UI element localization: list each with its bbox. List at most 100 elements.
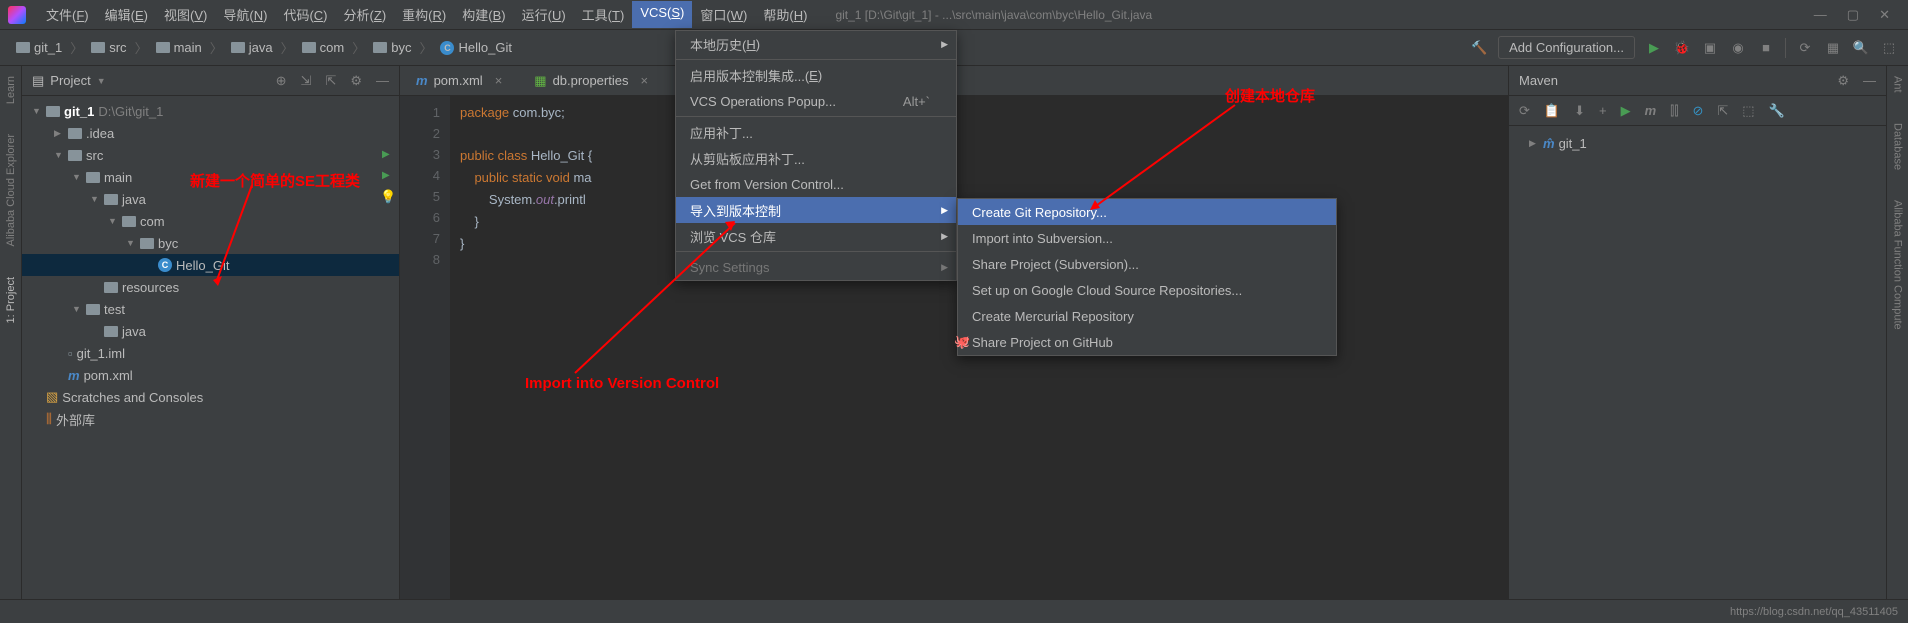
coverage-icon[interactable]: ▣ [1701,39,1719,57]
tree-row[interactable]: mpom.xml [22,364,399,386]
minimize-icon[interactable]: — [1814,7,1827,23]
add-configuration-button[interactable]: Add Configuration... [1498,36,1635,59]
locate-icon[interactable]: ⊕ [276,73,287,89]
project-panel-title[interactable]: ▤ Project ▼ [32,73,276,89]
vcs-dropdown[interactable]: 本地历史(H)▶ 启用版本控制集成...(E)VCS Operations Pop… [675,30,957,281]
tree-row[interactable]: ▼com [22,210,399,232]
dropdown-item[interactable]: 启用版本控制集成...(E) [676,62,956,88]
maven-tree[interactable]: ▶ m̂ git_1 [1509,126,1886,160]
tree-row[interactable]: ▼main [22,166,399,188]
dropdown-item[interactable]: Share Project (Subversion)... [958,251,1336,277]
tree-row[interactable]: ▼src [22,144,399,166]
tree-row[interactable]: ▼byc [22,232,399,254]
expand-icon[interactable]: ⇲ [301,73,312,89]
breadcrumb-item[interactable]: CHello_Git [434,38,517,57]
tree-row[interactable]: ▶.idea [22,122,399,144]
grid-icon[interactable]: ▦ [1824,39,1842,57]
menu-item[interactable]: 导航(N) [215,1,275,28]
reload-icon[interactable]: ⟳ [1519,103,1530,119]
menu-item[interactable]: 窗口(W) [692,1,755,28]
wrench-icon[interactable]: 🔧 [1769,103,1785,119]
right-tab-database[interactable]: Database [1892,123,1904,170]
run-icon[interactable]: ▶ [1621,103,1631,119]
tree-row[interactable]: resources [22,276,399,298]
dropdown-item[interactable]: Get from Version Control... [676,171,956,197]
menu-item[interactable]: 运行(U) [514,1,574,28]
settings-icon[interactable]: ⬚ [1880,39,1898,57]
breadcrumb-item[interactable]: src [85,38,132,57]
dropdown-item[interactable]: 应用补丁... [676,119,956,145]
app-logo [8,6,26,24]
add-icon[interactable]: + [1599,103,1607,118]
menu-item[interactable]: 构建(B) [454,1,513,28]
hide-icon[interactable]: — [376,73,389,89]
download-icon[interactable]: ⬇ [1574,103,1585,119]
toggle-icon[interactable]: ⫿⫿ [1670,103,1678,119]
dropdown-item[interactable]: 导入到版本控制▶ [676,197,956,223]
show-icon[interactable]: ⬚ [1742,103,1754,119]
tree-row[interactable]: ⫼外部库 [22,408,399,430]
dropdown-item: Sync Settings▶ [676,254,956,280]
breadcrumb-item[interactable]: main [150,38,208,57]
right-tab-alibaba-fc[interactable]: Alibaba Function Compute [1892,200,1904,330]
hide-icon[interactable]: — [1863,73,1876,89]
dropdown-item[interactable]: VCS Operations Popup...Alt+` [676,88,956,114]
dropdown-item[interactable]: Create Mercurial Repository [958,303,1336,329]
dropdown-item[interactable]: 浏览 VCS 仓库▶ [676,223,956,249]
tree-row[interactable]: java [22,320,399,342]
project-tree[interactable]: ▼git_1 D:\Git\git_1▶.idea▼src▼main▼java▼… [22,96,399,599]
m-icon[interactable]: m [1645,103,1657,118]
tree-row[interactable]: CHello_Git [22,254,399,276]
menu-item[interactable]: 帮助(H) [755,1,815,28]
menu-item[interactable]: 代码(C) [275,1,335,28]
offline-icon[interactable]: ⊘ [1692,103,1703,119]
editor-tab[interactable]: ▦db.properties× [518,66,664,95]
tree-row[interactable]: ▫git_1.iml [22,342,399,364]
left-tab-alibaba[interactable]: Alibaba Cloud Explorer [5,134,17,247]
dropdown-item[interactable]: 从剪贴板应用补丁... [676,145,956,171]
menu-item[interactable]: 编辑(E) [97,1,156,28]
collapse-icon[interactable]: ⇱ [325,73,336,89]
gear-icon[interactable]: ⚙ [1837,73,1849,89]
maximize-icon[interactable]: ▢ [1847,7,1859,23]
menu-item[interactable]: 工具(T) [574,1,633,28]
editor-tab[interactable]: mpom.xml× [400,66,518,95]
search-icon[interactable]: 🔍 [1852,39,1870,57]
dropdown-item[interactable]: Set up on Google Cloud Source Repositori… [958,277,1336,303]
menu-item[interactable]: 视图(V) [156,1,215,28]
menu-item[interactable]: VCS(S) [632,1,692,28]
left-tab-project[interactable]: 1: Project [5,277,17,323]
dropdown-item[interactable]: 🐙Share Project on GitHub [958,329,1336,355]
hammer-icon[interactable]: 🔨 [1470,39,1488,57]
menu-item[interactable]: 文件(F) [38,1,97,28]
gear-icon[interactable]: ⚙ [350,73,362,89]
profile-icon[interactable]: ◉ [1729,39,1747,57]
window-title: git_1 [D:\Git\git_1] - ...\src\main\java… [835,8,1813,22]
dropdown-item[interactable]: 本地历史(H)▶ [676,31,956,57]
menu-item[interactable]: 分析(Z) [336,1,395,28]
breadcrumb-item[interactable]: byc [367,38,417,57]
vcs-submenu[interactable]: Create Git Repository...Import into Subv… [957,198,1337,356]
run-icon[interactable]: ▶ [1645,39,1663,57]
maven-root[interactable]: ▶ m̂ git_1 [1519,132,1876,154]
collapse-icon[interactable]: ⇱ [1717,103,1728,119]
left-tab-learn[interactable]: Learn [5,76,17,104]
stop-icon[interactable]: ■ [1757,39,1775,57]
dropdown-item[interactable]: Create Git Repository... [958,199,1336,225]
close-icon[interactable]: ✕ [1879,7,1890,23]
menu-item[interactable]: 重构(R) [394,1,454,28]
dropdown-item[interactable]: Import into Subversion... [958,225,1336,251]
watermark: https://blog.csdn.net/qq_43511405 [1730,606,1898,618]
tree-row[interactable]: ▧Scratches and Consoles [22,386,399,408]
tree-row[interactable]: ▼test [22,298,399,320]
breadcrumb-item[interactable]: com [296,38,351,57]
tree-row[interactable]: ▼java [22,188,399,210]
right-tab-ant[interactable]: Ant [1892,76,1904,93]
left-gutter: Learn Alibaba Cloud Explorer 1: Project [0,66,22,599]
update-icon[interactable]: ⟳ [1796,39,1814,57]
generate-icon[interactable]: 📋 [1544,103,1560,119]
breadcrumb-item[interactable]: git_1 [10,38,68,57]
debug-icon[interactable]: 🐞 [1673,39,1691,57]
tree-row[interactable]: ▼git_1 D:\Git\git_1 [22,100,399,122]
breadcrumb-item[interactable]: java [225,38,279,57]
